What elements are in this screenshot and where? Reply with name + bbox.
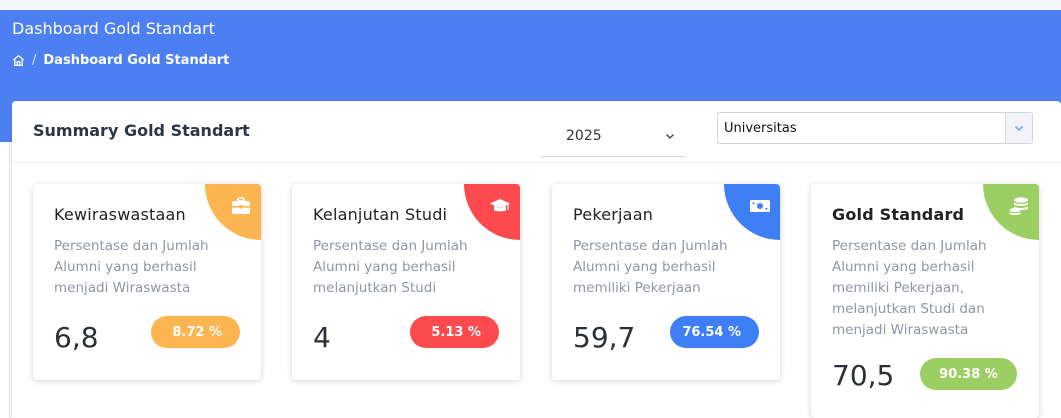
card-description: Persentase dan Jumlah Alumni yang berhas… xyxy=(313,238,468,296)
card-value: 6,8 xyxy=(54,321,99,354)
card-description: Persentase dan Jumlah Alumni yang berhas… xyxy=(573,238,728,296)
scope-select-arrow[interactable] xyxy=(1005,113,1032,143)
card-pekerjaan: Pekerjaan Persentase dan Jumlah Alumni y… xyxy=(552,184,780,380)
scope-select-value: Universitas xyxy=(724,120,797,136)
home-icon[interactable] xyxy=(12,54,25,67)
card-description: Persentase dan Jumlah Alumni yang berhas… xyxy=(832,238,987,338)
chevron-down-icon xyxy=(666,133,674,139)
card-kewiraswastaan: Kewiraswastaan Persentase dan Jumlah Alu… xyxy=(33,184,261,380)
card-percent-badge: 76.54 % xyxy=(670,316,759,348)
card-percent-badge: 5.13 % xyxy=(410,316,499,348)
card-title: Kelanjutan Studi xyxy=(313,205,448,224)
card-percent-badge: 8.72 % xyxy=(151,316,240,348)
card-title: Pekerjaan xyxy=(573,205,654,224)
sidebar-edge xyxy=(0,142,10,418)
summary-title: Summary Gold Standart xyxy=(33,121,250,140)
year-select-value: 2025 xyxy=(566,127,602,144)
money-bill-icon xyxy=(750,200,770,212)
card-icon-badge xyxy=(464,184,520,240)
card-description: Persentase dan Jumlah Alumni yang berhas… xyxy=(54,238,209,296)
card-icon-badge xyxy=(205,184,261,240)
card-percent-badge: 90.38 % xyxy=(920,358,1017,390)
chevron-down-icon xyxy=(1014,125,1024,132)
card-icon-badge xyxy=(724,184,780,240)
card-value: 4 xyxy=(313,321,331,354)
card-title: Kewiraswastaan xyxy=(54,205,186,224)
graduation-cap-icon xyxy=(490,199,510,212)
coins-icon xyxy=(1009,197,1028,216)
year-select[interactable]: 2025 xyxy=(541,115,685,157)
page-title: Dashboard Gold Standart xyxy=(12,19,215,38)
card-title: Gold Standard xyxy=(832,205,965,224)
summary-panel-header: Summary Gold Standart 2025 Universitas xyxy=(12,101,1061,163)
briefcase-icon xyxy=(232,197,250,214)
card-value: 70,5 xyxy=(832,359,895,392)
card-kelanjutan-studi: Kelanjutan Studi Persentase dan Jumlah A… xyxy=(292,184,520,380)
breadcrumb-separator: / xyxy=(32,53,37,68)
breadcrumb-current: Dashboard Gold Standart xyxy=(43,53,230,68)
breadcrumb: / Dashboard Gold Standart xyxy=(12,53,229,68)
card-icon-badge xyxy=(983,184,1039,240)
scope-select[interactable]: Universitas xyxy=(717,112,1033,144)
card-value: 59,7 xyxy=(573,321,636,354)
card-gold-standard: Gold Standard Persentase dan Jumlah Alum… xyxy=(811,184,1039,418)
